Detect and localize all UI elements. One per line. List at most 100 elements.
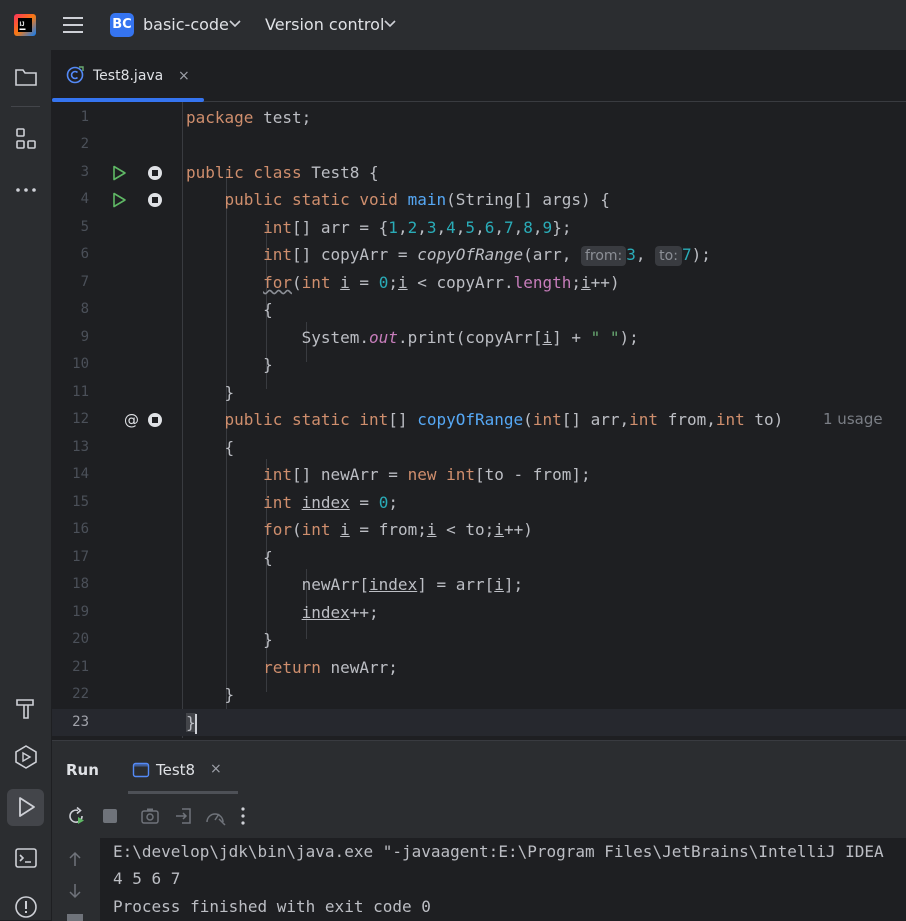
code-line[interactable]: 7 for(int i = 0;i < copyArr.length;i++) (52, 269, 906, 296)
code-text: System.out.print(copyArr[i] + " "); (301, 328, 639, 347)
run-toolbar (52, 797, 906, 837)
line-number: 14 (72, 466, 89, 482)
line-number: 20 (72, 631, 89, 647)
code-line[interactable]: 5 int[] arr = {1,2,3,4,5,6,7,8,9}; (52, 214, 906, 241)
param-hint-to: to: (655, 246, 682, 266)
main-toolbar: IJ BC basic-code Version control (0, 0, 906, 50)
left-tool-strip (0, 50, 52, 920)
rerun-icon[interactable] (66, 806, 86, 826)
hamburger-menu-icon[interactable] (62, 14, 84, 36)
close-icon[interactable]: × (178, 68, 190, 84)
code-line[interactable]: 15 int index = 0; (52, 489, 906, 516)
arrow-up-icon[interactable] (67, 850, 83, 868)
code-line[interactable]: 9 System.out.print(copyArr[i] + " "); (52, 324, 906, 351)
stop-icon[interactable] (101, 806, 119, 826)
run-gutter-icon[interactable] (111, 165, 127, 181)
param-hint-from: from: (580, 246, 627, 266)
line-number: 8 (80, 301, 89, 317)
code-line[interactable]: 14 int[] newArr = new int[to - from]; (52, 461, 906, 488)
arrow-down-icon[interactable] (67, 882, 83, 900)
code-text: public class Test8 { (186, 163, 379, 182)
code-text: for(int i = 0;i < copyArr.length;i++) (263, 273, 620, 292)
debug-breakpoint-icon[interactable] (147, 165, 163, 181)
folder-icon[interactable] (13, 64, 39, 90)
settings-icon[interactable] (204, 806, 228, 826)
terminal-icon[interactable] (13, 845, 39, 871)
line-number: 17 (72, 549, 89, 565)
code-line[interactable]: 12 @ public static int[] copyOfRange(int… (52, 406, 906, 433)
run-gutter-icon[interactable] (111, 192, 127, 208)
code-line[interactable]: 3 public class Test8 { (52, 159, 906, 186)
editor-tab-test8[interactable]: Test8.java × (52, 50, 204, 102)
usage-hint[interactable]: 1 usage (823, 406, 883, 433)
code-line-current[interactable]: 23 } (52, 709, 906, 736)
code-line[interactable]: 17 { (52, 544, 906, 571)
console-line: 4 5 6 7 (113, 869, 181, 888)
line-number: 22 (72, 686, 89, 702)
run-tab-label: Test8 (156, 761, 196, 779)
services-icon[interactable] (13, 744, 39, 770)
editor-tab-bar: Test8.java × (52, 50, 906, 102)
close-icon[interactable]: × (210, 761, 222, 777)
code-line[interactable]: 6 int[] copyArr = copyOfRange(arr, from:… (52, 241, 906, 268)
code-text: { (263, 300, 273, 319)
line-number: 15 (72, 494, 89, 510)
line-number: 3 (80, 164, 89, 180)
intellij-logo-icon[interactable]: IJ (14, 14, 36, 36)
project-name[interactable]: basic-code (143, 15, 229, 34)
code-editor[interactable]: 1 package test; 2 3 public class Test8 {… (52, 102, 906, 738)
code-line[interactable]: 21 return newArr; (52, 654, 906, 681)
version-control-menu[interactable]: Version control (265, 15, 384, 34)
code-line[interactable]: 4 public static void main(String[] args)… (52, 186, 906, 213)
divider (11, 106, 40, 107)
code-text: { (224, 438, 235, 457)
code-line[interactable]: 18 newArr[index] = arr[i]; (52, 571, 906, 598)
override-icon[interactable]: @ (124, 412, 142, 428)
console-line: E:\develop\jdk\bin\java.exe "-javaagent:… (113, 842, 884, 861)
run-panel-title[interactable]: Run (66, 761, 99, 779)
code-line[interactable]: 16 for(int i = from;i < to;i++) (52, 516, 906, 543)
code-text: package test; (186, 108, 312, 127)
problems-icon[interactable] (13, 894, 39, 920)
run-icon[interactable] (13, 794, 39, 820)
kebab-icon[interactable] (238, 806, 248, 826)
code-line[interactable]: 8 { (52, 296, 906, 323)
console-line: Process finished with exit code 0 (113, 897, 431, 916)
run-config-tab[interactable]: Test8 × (128, 741, 238, 794)
line-number: 21 (72, 659, 89, 675)
build-hammer-icon[interactable] (13, 695, 39, 721)
line-number: 5 (80, 219, 89, 235)
code-line[interactable]: 10 } (52, 351, 906, 378)
camera-icon[interactable] (140, 806, 160, 826)
code-text: newArr[index] = arr[i]; (301, 575, 524, 594)
debug-breakpoint-icon[interactable] (147, 412, 163, 428)
code-text: int[] copyArr = copyOfRange(arr, from: 3,… (263, 245, 711, 266)
line-number: 7 (80, 274, 89, 290)
code-line[interactable]: 13 { (52, 434, 906, 461)
code-line[interactable]: 20 } (52, 626, 906, 653)
line-number: 11 (72, 384, 89, 400)
line-number: 4 (80, 191, 89, 207)
svg-text:IJ: IJ (20, 22, 25, 28)
code-line[interactable]: 19 index++; (52, 599, 906, 626)
code-line[interactable]: 22 } (52, 681, 906, 708)
line-number: 12 (72, 411, 89, 427)
code-line[interactable]: 2 (52, 131, 906, 158)
debug-breakpoint-icon[interactable] (147, 192, 163, 208)
code-line[interactable]: 11 } (52, 379, 906, 406)
structure-icon[interactable] (13, 126, 39, 152)
code-line[interactable]: 1 package test; (52, 104, 906, 131)
code-text: for(int i = from;i < to;i++) (263, 520, 533, 539)
code-text: public static int[] copyOfRange(int[] ar… (224, 410, 784, 429)
chevron-down-icon[interactable] (384, 20, 396, 28)
exit-icon[interactable] (174, 806, 194, 826)
code-text: } (224, 685, 235, 704)
console-output[interactable]: E:\develop\jdk\bin\java.exe "-javaagent:… (100, 838, 906, 921)
more-icon[interactable] (13, 177, 39, 203)
text-cursor (194, 713, 197, 734)
chevron-down-icon[interactable] (229, 20, 241, 28)
project-badge[interactable]: BC (110, 13, 134, 37)
line-number: 23 (72, 714, 89, 730)
line-number: 18 (72, 576, 89, 592)
code-text: } (186, 713, 197, 734)
